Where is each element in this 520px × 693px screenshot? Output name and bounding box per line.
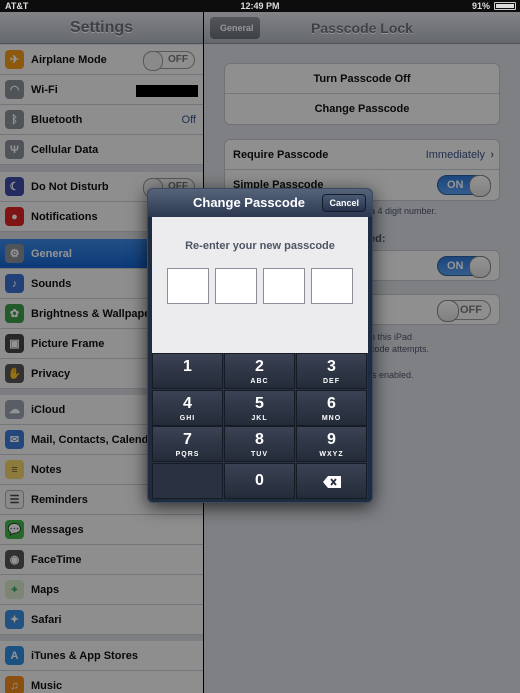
key-letters: TUV <box>251 451 268 458</box>
key-letters: DEF <box>323 378 340 385</box>
key-7[interactable]: 7 PQRS <box>152 426 223 462</box>
key-letters: PQRS <box>175 451 200 458</box>
status-bar: AT&T 12:49 PM 91% <box>0 0 520 12</box>
passcode-digit-box[interactable] <box>263 268 305 304</box>
key-letters: MNO <box>321 415 342 422</box>
key-digit: 8 <box>255 431 264 448</box>
key-2[interactable]: 2 ABC <box>224 353 295 389</box>
numeric-keypad: 1 2 ABC 3 DEF 4 GHI 5 JKL 6 MNO 7 PQRS 8 TUV 9 W… <box>152 353 368 499</box>
change-passcode-dialog: Change Passcode Cancel Re-enter your new… <box>147 188 373 503</box>
key-digit: 5 <box>255 395 264 412</box>
key-letters: WXYZ <box>319 451 344 458</box>
dialog-header: Change Passcode Cancel <box>148 189 372 217</box>
key-digit: 7 <box>183 431 192 448</box>
key-letters: JKL <box>251 415 268 422</box>
key-blank <box>152 463 223 499</box>
key-letters: GHI <box>179 415 196 422</box>
passcode-entry-area: Re-enter your new passcode <box>152 217 368 353</box>
cancel-button[interactable]: Cancel <box>322 194 366 212</box>
passcode-prompt: Re-enter your new passcode <box>185 240 335 252</box>
key-digit: 9 <box>327 431 336 448</box>
key-digit: 2 <box>255 358 264 375</box>
key-digit: 6 <box>327 395 336 412</box>
key-digit: 1 <box>183 358 192 375</box>
battery-icon <box>494 2 516 10</box>
backspace-icon <box>322 476 341 488</box>
key-digit: 0 <box>255 472 264 489</box>
key-4[interactable]: 4 GHI <box>152 390 223 426</box>
passcode-digit-box[interactable] <box>167 268 209 304</box>
key-6[interactable]: 6 MNO <box>296 390 367 426</box>
passcode-digit-box[interactable] <box>311 268 353 304</box>
key-3[interactable]: 3 DEF <box>296 353 367 389</box>
delete-key[interactable] <box>296 463 367 499</box>
battery-percent: 91% <box>471 1 490 11</box>
key-0[interactable]: 0 <box>224 463 295 499</box>
key-1[interactable]: 1 <box>152 353 223 389</box>
key-digit: 4 <box>183 395 192 412</box>
key-letters: ABC <box>250 378 269 385</box>
clock: 12:49 PM <box>240 1 280 11</box>
key-5[interactable]: 5 JKL <box>224 390 295 426</box>
key-digit: 3 <box>327 358 336 375</box>
passcode-digit-box[interactable] <box>215 268 257 304</box>
key-8[interactable]: 8 TUV <box>224 426 295 462</box>
key-9[interactable]: 9 WXYZ <box>296 426 367 462</box>
